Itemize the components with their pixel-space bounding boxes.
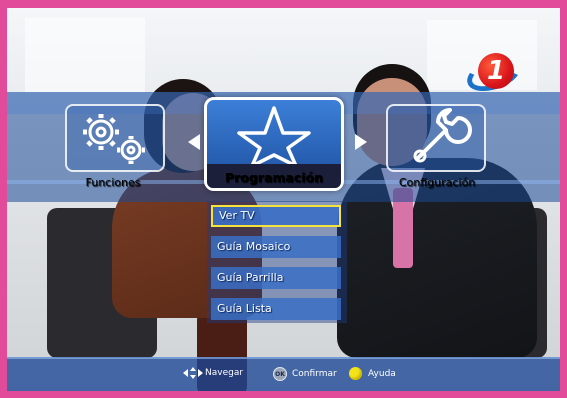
star-icon <box>237 106 311 168</box>
menu-funciones-label: Funciones <box>85 176 141 189</box>
menu-programacion-label: Programación <box>224 170 324 185</box>
menu-configuracion[interactable] <box>386 104 486 172</box>
submenu-item-guia-mosaico[interactable]: Guía Mosaico <box>211 236 341 258</box>
menu-configuracion-label: Configuración <box>398 176 476 189</box>
dpad-arrows-icon <box>183 367 203 379</box>
tv-screen: 1 Funciones Programación Configuración V… <box>7 8 560 391</box>
gears-icon <box>83 114 145 164</box>
studio-wall-panel <box>25 18 145 93</box>
ok-key-icon: OK <box>273 367 287 381</box>
hint-confirm-label: Confirmar <box>292 369 337 379</box>
wrench-icon <box>413 108 472 163</box>
submenu-item-guia-parrilla[interactable]: Guía Parrilla <box>211 267 341 289</box>
hint-confirm: OK Confirmar <box>273 367 337 381</box>
menu-right-arrow-icon[interactable] <box>355 134 367 150</box>
menu-left-arrow-icon[interactable] <box>188 134 200 150</box>
hint-help: Ayuda <box>349 367 396 380</box>
hint-help-label: Ayuda <box>368 368 396 379</box>
yellow-key-icon <box>349 367 362 380</box>
menu-funciones[interactable] <box>65 104 165 172</box>
hint-navigate: Navegar <box>183 367 243 379</box>
channel-logo: 1 <box>462 50 526 98</box>
hint-navigate-label: Navegar <box>205 368 244 378</box>
submenu-item-guia-lista[interactable]: Guía Lista <box>211 298 341 320</box>
submenu-item-ver-tv[interactable]: Ver TV <box>211 205 341 227</box>
logo-number: 1 <box>478 53 514 89</box>
